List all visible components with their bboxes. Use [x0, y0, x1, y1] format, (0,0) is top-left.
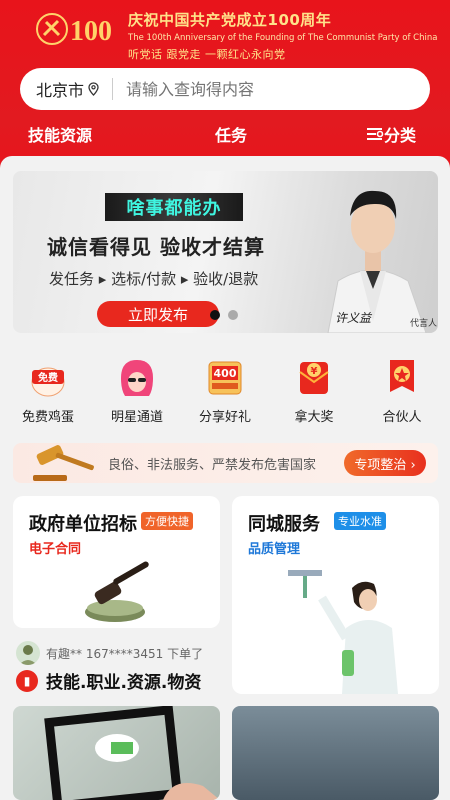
search-divider	[112, 78, 114, 100]
svg-text:¥: ¥	[311, 366, 318, 377]
prize-icon: ¥	[292, 356, 336, 400]
card-title: 政府单位招标	[29, 514, 137, 535]
skills-heading: ▮ 技能.职业.资源.物资	[16, 668, 201, 693]
search-bar: 北京市	[20, 68, 430, 110]
quick-icon-free-egg[interactable]: 免费 免费鸡蛋	[8, 356, 88, 425]
quick-icon-prize[interactable]: ¥ 拿大奖	[274, 356, 354, 425]
quick-icon-label: 免费鸡蛋	[21, 410, 74, 425]
svg-text:100: 100	[70, 16, 112, 47]
star-channel-icon	[115, 356, 159, 400]
city-label: 北京市	[36, 81, 85, 100]
svg-text:400: 400	[214, 367, 237, 380]
quick-icon-label: 拿大奖	[294, 410, 334, 425]
carousel-dot[interactable]	[228, 310, 238, 320]
card-tag: 专业水准	[334, 512, 386, 530]
product-photo	[44, 706, 220, 800]
auction-gavel-icon	[85, 561, 149, 622]
card-subtitle: 电子合同	[29, 542, 82, 557]
quick-icon-share-gift[interactable]: 400 分享好礼	[185, 356, 265, 425]
main-content: 啥事都能办 诚信看得见 验收才结算 发任务 ▸ 选标/付款 ▸ 验收/退款 立即…	[0, 156, 450, 800]
special-campaign-button[interactable]: 专项整治 ›	[344, 450, 426, 476]
header: 100 庆祝中国共产党成立100周年 The 100th Anniversary…	[0, 0, 450, 175]
search-input[interactable]	[126, 79, 397, 99]
carousel-dot-active[interactable]	[210, 310, 220, 320]
hero-headline: 诚信看得见 验收才结算	[47, 235, 265, 259]
card-government-bidding[interactable]: 政府单位招标 方便快捷 电子合同	[13, 496, 220, 628]
skills-text: 技能.职业.资源.物资	[46, 673, 202, 693]
skills-icon: ▮	[16, 669, 38, 692]
svg-text:免费: 免费	[38, 371, 58, 384]
quick-icon-star-channel[interactable]: 明星通道	[97, 356, 177, 425]
quick-icon-partner[interactable]: 合伙人	[362, 356, 442, 425]
hero-steps: 发任务 ▸ 选标/付款 ▸ 验收/退款	[49, 270, 259, 288]
banner-title: 庆祝中国共产党成立100周年	[128, 11, 332, 29]
city-selector[interactable]: 北京市	[36, 77, 99, 101]
share-gift-icon: 400	[203, 356, 247, 400]
notice-text: 良俗、非法服务、严禁发布危害国家	[108, 458, 317, 473]
order-ticker: 有趣** 167****3451 下单了	[16, 641, 203, 665]
product-thumbnail[interactable]	[13, 706, 220, 800]
category-icon	[367, 128, 384, 140]
card-tag: 方便快捷	[141, 512, 193, 530]
hero-tag: 啥事都能办	[105, 193, 243, 221]
location-pin-icon	[88, 82, 99, 96]
spokesperson-photo	[327, 190, 427, 333]
nav-tasks[interactable]: 任务	[215, 122, 247, 146]
nav-category-label: 分类	[384, 126, 417, 145]
quick-icon-label: 分享好礼	[198, 410, 251, 425]
top-nav: 技能资源 任务 分类	[0, 122, 450, 146]
gavel-icon	[33, 445, 94, 481]
nav-skills-resources[interactable]: 技能资源	[28, 122, 92, 146]
notice-bar[interactable]: 良俗、非法服务、严禁发布危害国家 专项整治 ›	[13, 443, 438, 483]
partner-icon	[380, 356, 424, 400]
hero-banner[interactable]: 啥事都能办 诚信看得见 验收才结算 发任务 ▸ 选标/付款 ▸ 验收/退款 立即…	[13, 171, 438, 333]
card-title: 同城服务	[248, 514, 320, 535]
banner-english: The 100th Anniversary of the Founding of…	[128, 33, 438, 43]
signature: 许义益	[335, 311, 372, 325]
card-subtitle: 品质管理	[248, 542, 301, 557]
avatar	[16, 641, 40, 665]
service-thumbnail[interactable]	[232, 706, 439, 800]
anniversary-emblem: 100	[32, 8, 124, 50]
nav-category[interactable]: 分类	[366, 122, 416, 146]
card-local-services[interactable]: 同城服务 专业水准 品质管理	[232, 496, 439, 694]
carousel-dots	[210, 310, 238, 320]
quick-icon-label: 合伙人	[382, 410, 422, 425]
quick-icon-label: 明星通道	[110, 410, 163, 425]
cleaner-illustration	[288, 570, 398, 694]
quick-icons: 免费 免费鸡蛋 明星通道 400 分享好礼 ¥ 拿大奖 合伙人	[0, 356, 450, 436]
publish-now-button[interactable]: 立即发布	[97, 301, 219, 327]
ticker-text: 有趣** 167****3451 下单了	[46, 646, 204, 661]
spokesperson-label: 代言人	[410, 319, 438, 329]
free-egg-icon: 免费	[26, 356, 70, 400]
banner-slogan: 听党话 跟党走 一颗红心永向党	[128, 48, 286, 61]
